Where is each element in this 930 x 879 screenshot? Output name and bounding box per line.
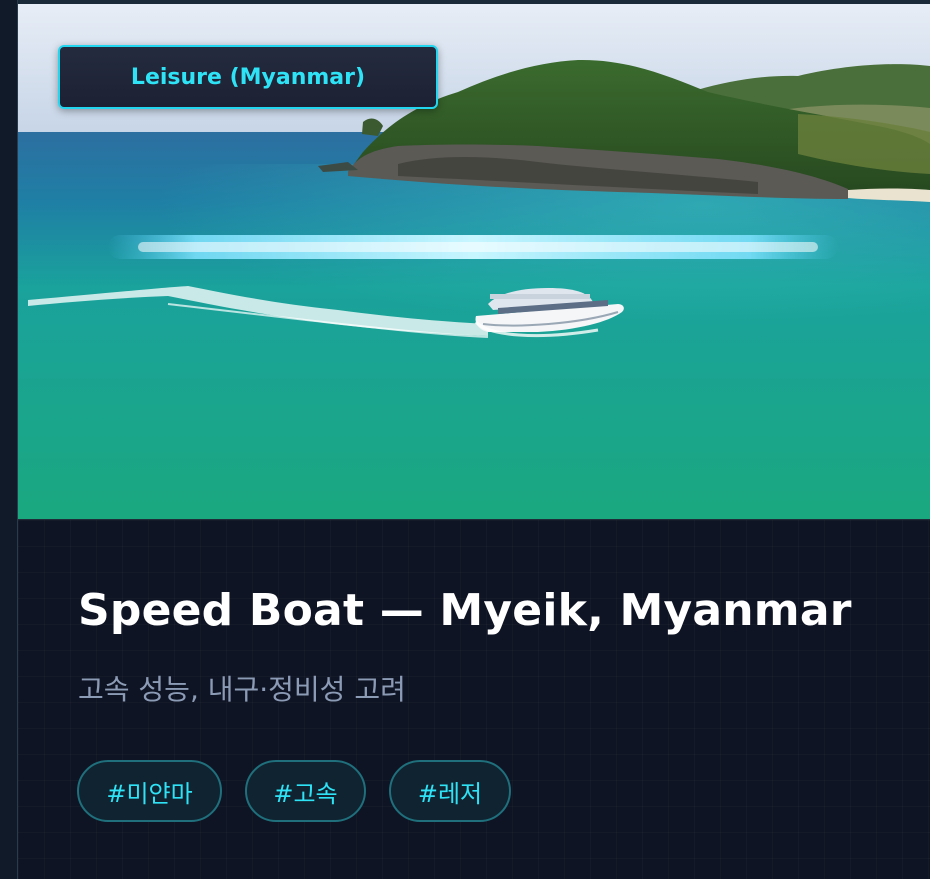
card-subtitle: 고속 성능, 내구·정비성 고려 (78, 673, 406, 706)
card-title: Speed Boat — Myeik, Myanmar (78, 585, 852, 636)
tag-list: #미얀마 #고속 #레저 (77, 760, 511, 822)
page: Leisure (Myanmar) Speed Boat — Myeik, My… (0, 0, 930, 879)
left-rail (0, 0, 18, 879)
category-badge[interactable]: Leisure (Myanmar) (58, 45, 438, 109)
product-card[interactable]: Leisure (Myanmar) Speed Boat — Myeik, My… (18, 0, 930, 879)
tag-highspeed[interactable]: #고속 (245, 760, 366, 822)
tag-myanmar[interactable]: #미얀마 (77, 760, 222, 822)
hero-image[interactable]: Leisure (Myanmar) (18, 0, 930, 520)
tag-leisure[interactable]: #레저 (389, 760, 511, 822)
